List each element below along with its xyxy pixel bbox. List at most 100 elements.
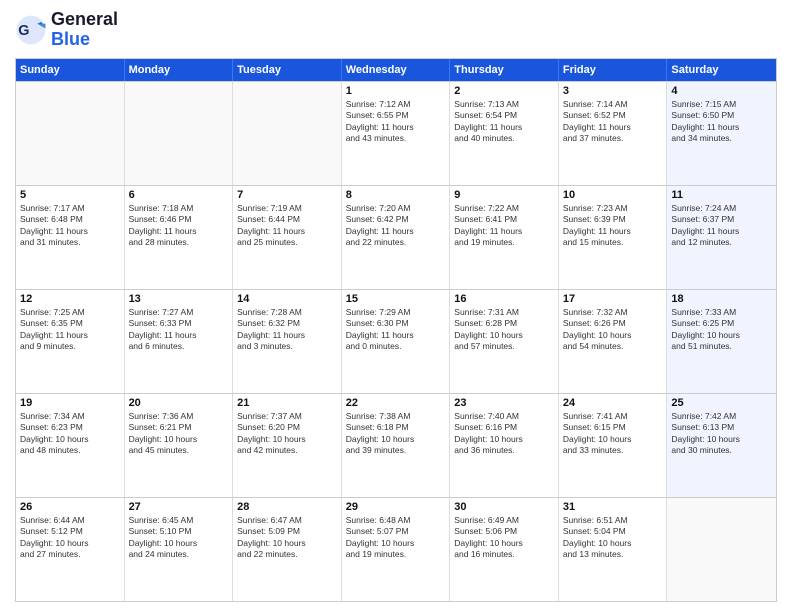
cal-cell-empty: [667, 498, 776, 601]
cal-week-1: 1 Sunrise: 7:12 AM Sunset: 6:55 PM Daylig…: [16, 81, 776, 185]
day-number: 5: [20, 189, 120, 201]
cal-cell-empty: [125, 82, 234, 185]
day-info: Sunrise: 7:34 AM Sunset: 6:23 PM Dayligh…: [20, 411, 120, 457]
day-number: 3: [563, 85, 663, 97]
cal-cell-day-15: 15 Sunrise: 7:29 AM Sunset: 6:30 PM Dayli…: [342, 290, 451, 393]
day-number: 12: [20, 293, 120, 305]
day-info: Sunrise: 7:38 AM Sunset: 6:18 PM Dayligh…: [346, 411, 446, 457]
day-info: Sunrise: 7:12 AM Sunset: 6:55 PM Dayligh…: [346, 99, 446, 145]
day-info: Sunrise: 7:40 AM Sunset: 6:16 PM Dayligh…: [454, 411, 554, 457]
day-number: 31: [563, 501, 663, 513]
cal-cell-day-6: 6 Sunrise: 7:18 AM Sunset: 6:46 PM Daylig…: [125, 186, 234, 289]
day-info: Sunrise: 7:41 AM Sunset: 6:15 PM Dayligh…: [563, 411, 663, 457]
day-info: Sunrise: 7:28 AM Sunset: 6:32 PM Dayligh…: [237, 307, 337, 353]
day-number: 1: [346, 85, 446, 97]
cal-cell-day-23: 23 Sunrise: 7:40 AM Sunset: 6:16 PM Dayli…: [450, 394, 559, 497]
day-info: Sunrise: 6:48 AM Sunset: 5:07 PM Dayligh…: [346, 515, 446, 561]
day-number: 27: [129, 501, 229, 513]
cal-header-cell-saturday: Saturday: [667, 59, 776, 81]
cal-cell-day-25: 25Sunrise: 7:42 AM Sunset: 6:13 PM Dayli…: [667, 394, 776, 497]
logo-general: General: [51, 10, 118, 30]
cal-cell-day-18: 18 Sunrise: 7:33 AM Sunset: 6:25 PM Dayli…: [667, 290, 776, 393]
day-info: Sunrise: 7:19 AM Sunset: 6:44 PM Dayligh…: [237, 203, 337, 249]
cal-cell-day-21: 21Sunrise: 7:37 AM Sunset: 6:20 PM Dayli…: [233, 394, 342, 497]
header: G General Blue: [15, 10, 777, 50]
day-number: 21: [237, 397, 337, 409]
logo: G General Blue: [15, 10, 118, 50]
day-number: 10: [563, 189, 663, 201]
cal-cell-day-9: 9 Sunrise: 7:22 AM Sunset: 6:41 PM Daylig…: [450, 186, 559, 289]
cal-cell-day-13: 13Sunrise: 7:27 AM Sunset: 6:33 PM Dayli…: [125, 290, 234, 393]
day-number: 2: [454, 85, 554, 97]
day-info: Sunrise: 7:17 AM Sunset: 6:48 PM Dayligh…: [20, 203, 120, 249]
cal-cell-day-28: 28Sunrise: 6:47 AM Sunset: 5:09 PM Dayli…: [233, 498, 342, 601]
day-info: Sunrise: 7:31 AM Sunset: 6:28 PM Dayligh…: [454, 307, 554, 353]
day-number: 11: [671, 189, 772, 201]
day-info: Sunrise: 6:47 AM Sunset: 5:09 PM Dayligh…: [237, 515, 337, 561]
day-number: 23: [454, 397, 554, 409]
day-number: 30: [454, 501, 554, 513]
cal-cell-day-1: 1 Sunrise: 7:12 AM Sunset: 6:55 PM Daylig…: [342, 82, 451, 185]
cal-cell-day-31: 31 Sunrise: 6:51 AM Sunset: 5:04 PM Dayli…: [559, 498, 668, 601]
cal-cell-day-4: 4 Sunrise: 7:15 AM Sunset: 6:50 PM Daylig…: [667, 82, 776, 185]
cal-cell-day-27: 27 Sunrise: 6:45 AM Sunset: 5:10 PM Dayli…: [125, 498, 234, 601]
day-info: Sunrise: 7:22 AM Sunset: 6:41 PM Dayligh…: [454, 203, 554, 249]
cal-cell-day-2: 2 Sunrise: 7:13 AM Sunset: 6:54 PM Daylig…: [450, 82, 559, 185]
day-info: Sunrise: 7:15 AM Sunset: 6:50 PM Dayligh…: [671, 99, 772, 145]
day-number: 26: [20, 501, 120, 513]
cal-cell-day-26: 26 Sunrise: 6:44 AM Sunset: 5:12 PM Dayli…: [16, 498, 125, 601]
day-number: 25: [671, 397, 772, 409]
day-number: 19: [20, 397, 120, 409]
cal-cell-day-24: 24Sunrise: 7:41 AM Sunset: 6:15 PM Dayli…: [559, 394, 668, 497]
cal-header-cell-tuesday: Tuesday: [233, 59, 342, 81]
logo-icon: G: [15, 14, 47, 46]
cal-cell-day-22: 22Sunrise: 7:38 AM Sunset: 6:18 PM Dayli…: [342, 394, 451, 497]
calendar: SundayMondayTuesdayWednesdayThursdayFrid…: [15, 58, 777, 602]
cal-cell-day-10: 10 Sunrise: 7:23 AM Sunset: 6:39 PM Dayli…: [559, 186, 668, 289]
calendar-body: 1 Sunrise: 7:12 AM Sunset: 6:55 PM Daylig…: [16, 81, 776, 601]
day-number: 6: [129, 189, 229, 201]
day-info: Sunrise: 6:51 AM Sunset: 5:04 PM Dayligh…: [563, 515, 663, 561]
cal-header-cell-sunday: Sunday: [16, 59, 125, 81]
cal-cell-day-14: 14 Sunrise: 7:28 AM Sunset: 6:32 PM Dayli…: [233, 290, 342, 393]
day-info: Sunrise: 6:49 AM Sunset: 5:06 PM Dayligh…: [454, 515, 554, 561]
day-info: Sunrise: 7:29 AM Sunset: 6:30 PM Dayligh…: [346, 307, 446, 353]
cal-cell-empty: [16, 82, 125, 185]
cal-cell-day-29: 29 Sunrise: 6:48 AM Sunset: 5:07 PM Dayli…: [342, 498, 451, 601]
cal-header-cell-thursday: Thursday: [450, 59, 559, 81]
cal-cell-day-17: 17Sunrise: 7:32 AM Sunset: 6:26 PM Dayli…: [559, 290, 668, 393]
day-info: Sunrise: 7:25 AM Sunset: 6:35 PM Dayligh…: [20, 307, 120, 353]
day-number: 18: [671, 293, 772, 305]
day-info: Sunrise: 7:13 AM Sunset: 6:54 PM Dayligh…: [454, 99, 554, 145]
day-number: 17: [563, 293, 663, 305]
cal-cell-day-19: 19 Sunrise: 7:34 AM Sunset: 6:23 PM Dayli…: [16, 394, 125, 497]
day-info: Sunrise: 6:44 AM Sunset: 5:12 PM Dayligh…: [20, 515, 120, 561]
cal-week-3: 12 Sunrise: 7:25 AM Sunset: 6:35 PM Dayli…: [16, 289, 776, 393]
day-info: Sunrise: 7:33 AM Sunset: 6:25 PM Dayligh…: [671, 307, 772, 353]
cal-cell-day-7: 7Sunrise: 7:19 AM Sunset: 6:44 PM Daylig…: [233, 186, 342, 289]
cal-cell-day-11: 11Sunrise: 7:24 AM Sunset: 6:37 PM Dayli…: [667, 186, 776, 289]
day-info: Sunrise: 7:20 AM Sunset: 6:42 PM Dayligh…: [346, 203, 446, 249]
cal-cell-day-8: 8 Sunrise: 7:20 AM Sunset: 6:42 PM Daylig…: [342, 186, 451, 289]
cal-cell-day-3: 3Sunrise: 7:14 AM Sunset: 6:52 PM Daylig…: [559, 82, 668, 185]
day-number: 29: [346, 501, 446, 513]
day-number: 8: [346, 189, 446, 201]
day-info: Sunrise: 7:36 AM Sunset: 6:21 PM Dayligh…: [129, 411, 229, 457]
day-info: Sunrise: 7:18 AM Sunset: 6:46 PM Dayligh…: [129, 203, 229, 249]
day-number: 9: [454, 189, 554, 201]
day-number: 4: [671, 85, 772, 97]
day-info: Sunrise: 7:23 AM Sunset: 6:39 PM Dayligh…: [563, 203, 663, 249]
cal-week-2: 5 Sunrise: 7:17 AM Sunset: 6:48 PM Daylig…: [16, 185, 776, 289]
logo-text: General Blue: [51, 10, 118, 50]
day-number: 20: [129, 397, 229, 409]
cal-cell-day-16: 16Sunrise: 7:31 AM Sunset: 6:28 PM Dayli…: [450, 290, 559, 393]
day-number: 13: [129, 293, 229, 305]
cal-week-5: 26 Sunrise: 6:44 AM Sunset: 5:12 PM Dayli…: [16, 497, 776, 601]
day-number: 14: [237, 293, 337, 305]
day-number: 15: [346, 293, 446, 305]
page: G General Blue SundayMondayTuesdayWednes…: [0, 0, 792, 612]
cal-week-4: 19 Sunrise: 7:34 AM Sunset: 6:23 PM Dayli…: [16, 393, 776, 497]
day-info: Sunrise: 6:45 AM Sunset: 5:10 PM Dayligh…: [129, 515, 229, 561]
cal-cell-empty: [233, 82, 342, 185]
cal-cell-day-5: 5 Sunrise: 7:17 AM Sunset: 6:48 PM Daylig…: [16, 186, 125, 289]
